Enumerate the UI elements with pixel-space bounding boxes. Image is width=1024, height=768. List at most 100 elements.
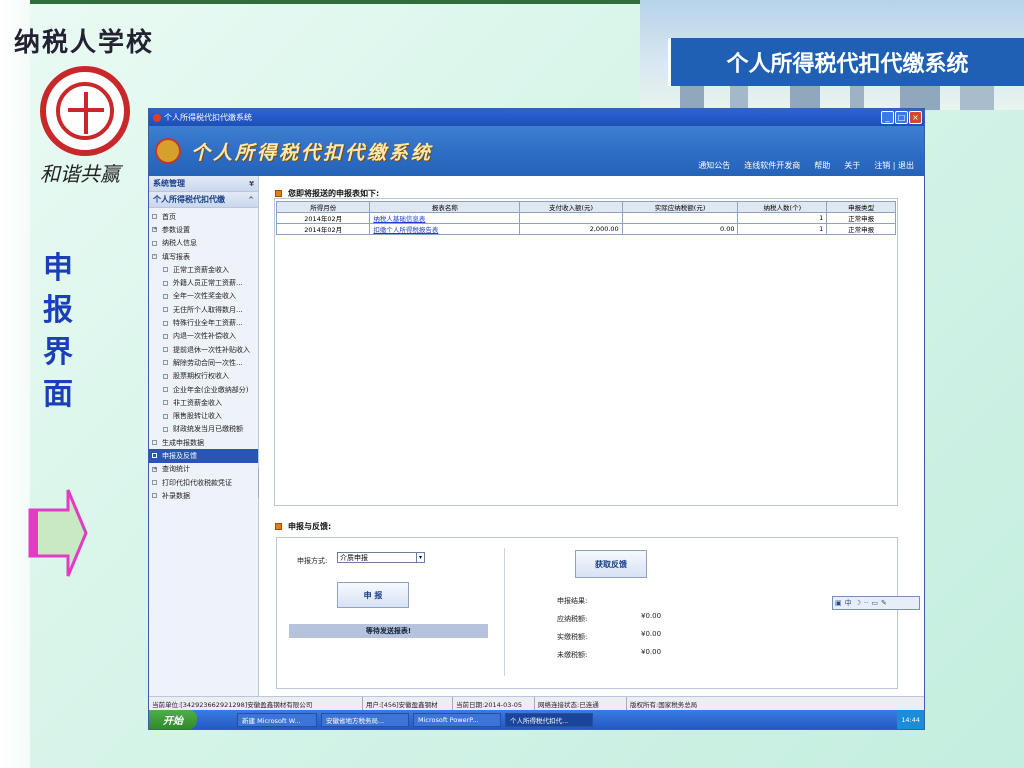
get-feedback-button[interactable]: 获取反馈	[575, 550, 647, 578]
sidebar-item-label: 提前退休一次性补贴收入	[173, 345, 250, 354]
declare-panel: 申报方式: 介质申报 ▾ 申 报 等待发送报表! 获取反馈 申报结果: 应纳税额…	[276, 537, 898, 689]
chevron-up-icon: ^	[248, 195, 254, 204]
window-title: 个人所得税代扣代缴系统	[164, 113, 252, 122]
nav-logout[interactable]: 注销 | 退出	[874, 160, 914, 171]
declare-button[interactable]: 申 报	[337, 582, 409, 608]
report-table-panel: 所得月份 报表名称 支付收入额(元) 实际应纳税额(元) 纳税人数(个) 申报类型 201…	[274, 198, 898, 506]
expand-icon: +	[152, 226, 158, 233]
status-user: 用户:[456]安徽盈鑫钢材	[363, 697, 453, 710]
sidebar-item-label: 生成申报数据	[162, 438, 204, 447]
chevron-down-icon: ▾	[416, 553, 424, 562]
table-cell: 正常申报	[826, 212, 896, 224]
table-header-cell: 支付收入额(元)	[519, 201, 623, 213]
clock: 14:44	[901, 715, 920, 724]
sidebar-item[interactable]: 无住所个人取得数月...	[149, 303, 258, 316]
sidebar-item-label: 首页	[162, 212, 176, 221]
tree-node-icon	[163, 400, 168, 406]
sidebar-item[interactable]: 申报及反馈	[149, 449, 258, 463]
status-date: 当前日期:2014-03-05	[453, 697, 535, 710]
sidebar-item[interactable]: - 填写报表	[149, 250, 258, 263]
paid-label: 实缴税额:	[557, 633, 588, 641]
ime-grid-icon: ▣	[835, 599, 842, 607]
sidebar-item-label: 正常工资薪金收入	[173, 265, 229, 274]
tree-node-icon	[163, 320, 168, 326]
national-emblem-icon	[155, 138, 181, 164]
system-tray: 14:44	[897, 710, 924, 729]
sidebar-item[interactable]: 企业年金(企业缴纳部分)	[149, 383, 258, 396]
status-network: 网络连接状态:已连通	[535, 697, 627, 710]
sidebar-item[interactable]: 财政统发当月已缴税额	[149, 423, 258, 436]
nav-about[interactable]: 关于	[844, 160, 860, 171]
tree-node-icon	[152, 240, 157, 246]
nav-help[interactable]: 帮助	[814, 160, 830, 171]
sidebar-item-label: 填写报表	[162, 252, 190, 261]
sidebar-item-label: 解除劳动合同一次性...	[173, 358, 243, 367]
sidebar-item[interactable]: 生成申报数据	[149, 436, 258, 449]
ime-toolbar[interactable]: ▣ 中 ☽ ·· ▭ ✎	[832, 596, 920, 610]
sidebar-item[interactable]: 提前退休一次性补贴收入	[149, 343, 258, 356]
sidebar-item[interactable]: 特殊行业全年工资薪...	[149, 316, 258, 329]
sidebar-item[interactable]: 补录数据	[149, 489, 258, 502]
sidebar-item[interactable]: 首页	[149, 210, 258, 223]
tree-node-icon	[163, 387, 168, 392]
table-row: 2014年02月 扣缴个人所得税报告表 2,000.00 0.00 1 正常申报	[275, 223, 896, 235]
table-cell: 2014年02月	[275, 223, 371, 235]
table-cell: 正常申报	[826, 223, 896, 235]
close-button[interactable]: ×	[909, 111, 922, 124]
sidebar-item[interactable]: 解除劳动合同一次性...	[149, 356, 258, 369]
app-banner: 个人所得税代扣代缴系统 通知公告 连线软件开发商 帮助 关于 注销 | 退出	[149, 126, 924, 176]
sidebar-item[interactable]: 内退一次性补偿收入	[149, 330, 258, 343]
ime-keyboard-icon: ▭	[871, 599, 878, 607]
sidebar-item[interactable]: 正常工资薪金收入	[149, 263, 258, 276]
status-bar: 当前单位:[342923662921298]安徽盈鑫钢材有限公司 用户:[456…	[149, 696, 924, 710]
start-button[interactable]: 开始	[149, 710, 197, 729]
sidebar-item-label: 补录数据	[162, 491, 190, 500]
task-tax-system[interactable]: 个人所得税代扣代...	[505, 712, 593, 727]
table-header-cell: 纳税人数(个)	[737, 201, 828, 213]
sidebar-item[interactable]: 纳税人信息	[149, 237, 258, 250]
sidebar-item-label: 纳税人信息	[162, 239, 197, 248]
sidebar-item[interactable]: 外籍人员正常工资薪...	[149, 276, 258, 289]
sidebar-item[interactable]: + 查询统计	[149, 463, 258, 476]
sidebar-item[interactable]: + 参数设置	[149, 223, 258, 236]
sidebar-header-withholding[interactable]: 个人所得税代扣代缴 ^	[149, 192, 258, 208]
sidebar-item[interactable]: 打印代扣代收税款凭证	[149, 476, 258, 489]
status-copyright: 版权所有:国家税务总局	[630, 700, 698, 709]
task-word[interactable]: 新建 Microsoft W...	[237, 712, 317, 727]
report-name-link[interactable]: 扣缴个人所得税报告表	[369, 223, 521, 235]
tree-node-icon	[163, 426, 168, 432]
declare-method-select[interactable]: 介质申报 ▾	[337, 552, 425, 563]
table-cell	[519, 212, 623, 224]
window-titlebar: 个人所得税代扣代缴系统 _ □ ×	[149, 109, 924, 126]
wait-status-bar: 等待发送报表!	[289, 624, 488, 638]
minimize-button[interactable]: _	[881, 111, 894, 124]
sidebar-item[interactable]: 全年一次性奖金收入	[149, 290, 258, 303]
table-cell: 2,000.00	[519, 223, 623, 235]
sidebar-item-label: 股票期权行权收入	[173, 372, 229, 381]
nav-vendor[interactable]: 连线软件开发商	[744, 160, 800, 171]
nav-notice[interactable]: 通知公告	[698, 160, 730, 171]
sidebar-item-label: 财政统发当月已缴税额	[173, 425, 243, 434]
report-name-link[interactable]: 纳税人基础信息表	[369, 212, 521, 224]
sidebar-item[interactable]: 非工资薪金收入	[149, 396, 258, 409]
maximize-button[interactable]: □	[895, 111, 908, 124]
tree-node-icon	[163, 307, 168, 313]
sidebar-item-label: 无住所个人取得数月...	[173, 305, 243, 314]
table-header-cell: 所得月份	[275, 201, 371, 213]
unpaid-value: ¥0.00	[641, 648, 662, 656]
banner-title: 个人所得税代扣代缴系统	[191, 141, 434, 164]
ime-chinese-mode[interactable]: 中	[845, 598, 852, 608]
declare-section-title: 申报与反馈:	[275, 521, 331, 532]
task-tax-bureau[interactable]: 安徽省地方税务局...	[321, 712, 409, 727]
top-nav: 通知公告 连线软件开发商 帮助 关于 注销 | 退出	[698, 160, 914, 171]
sidebar-item-label: 内退一次性补偿收入	[173, 332, 236, 341]
task-powerpoint[interactable]: Microsoft PowerP...	[413, 712, 501, 727]
sidebar-item-label: 打印代扣代收税款凭证	[162, 478, 232, 487]
sidebar-item-label: 非工资薪金收入	[173, 398, 222, 407]
sidebar-item[interactable]: 股票期权行权收入	[149, 370, 258, 383]
result-label: 申报结果:	[557, 597, 588, 605]
tree-node-icon	[163, 333, 168, 339]
sidebar-header-system[interactable]: 系统管理 ¥	[149, 176, 258, 192]
sidebar-tree: 首页 + 参数设置纳税人信息 - 填写报表正常工资薪金收入外籍人员正常工资薪... 全年一…	[149, 208, 258, 503]
sidebar-item[interactable]: 限售股转让收入	[149, 409, 258, 422]
